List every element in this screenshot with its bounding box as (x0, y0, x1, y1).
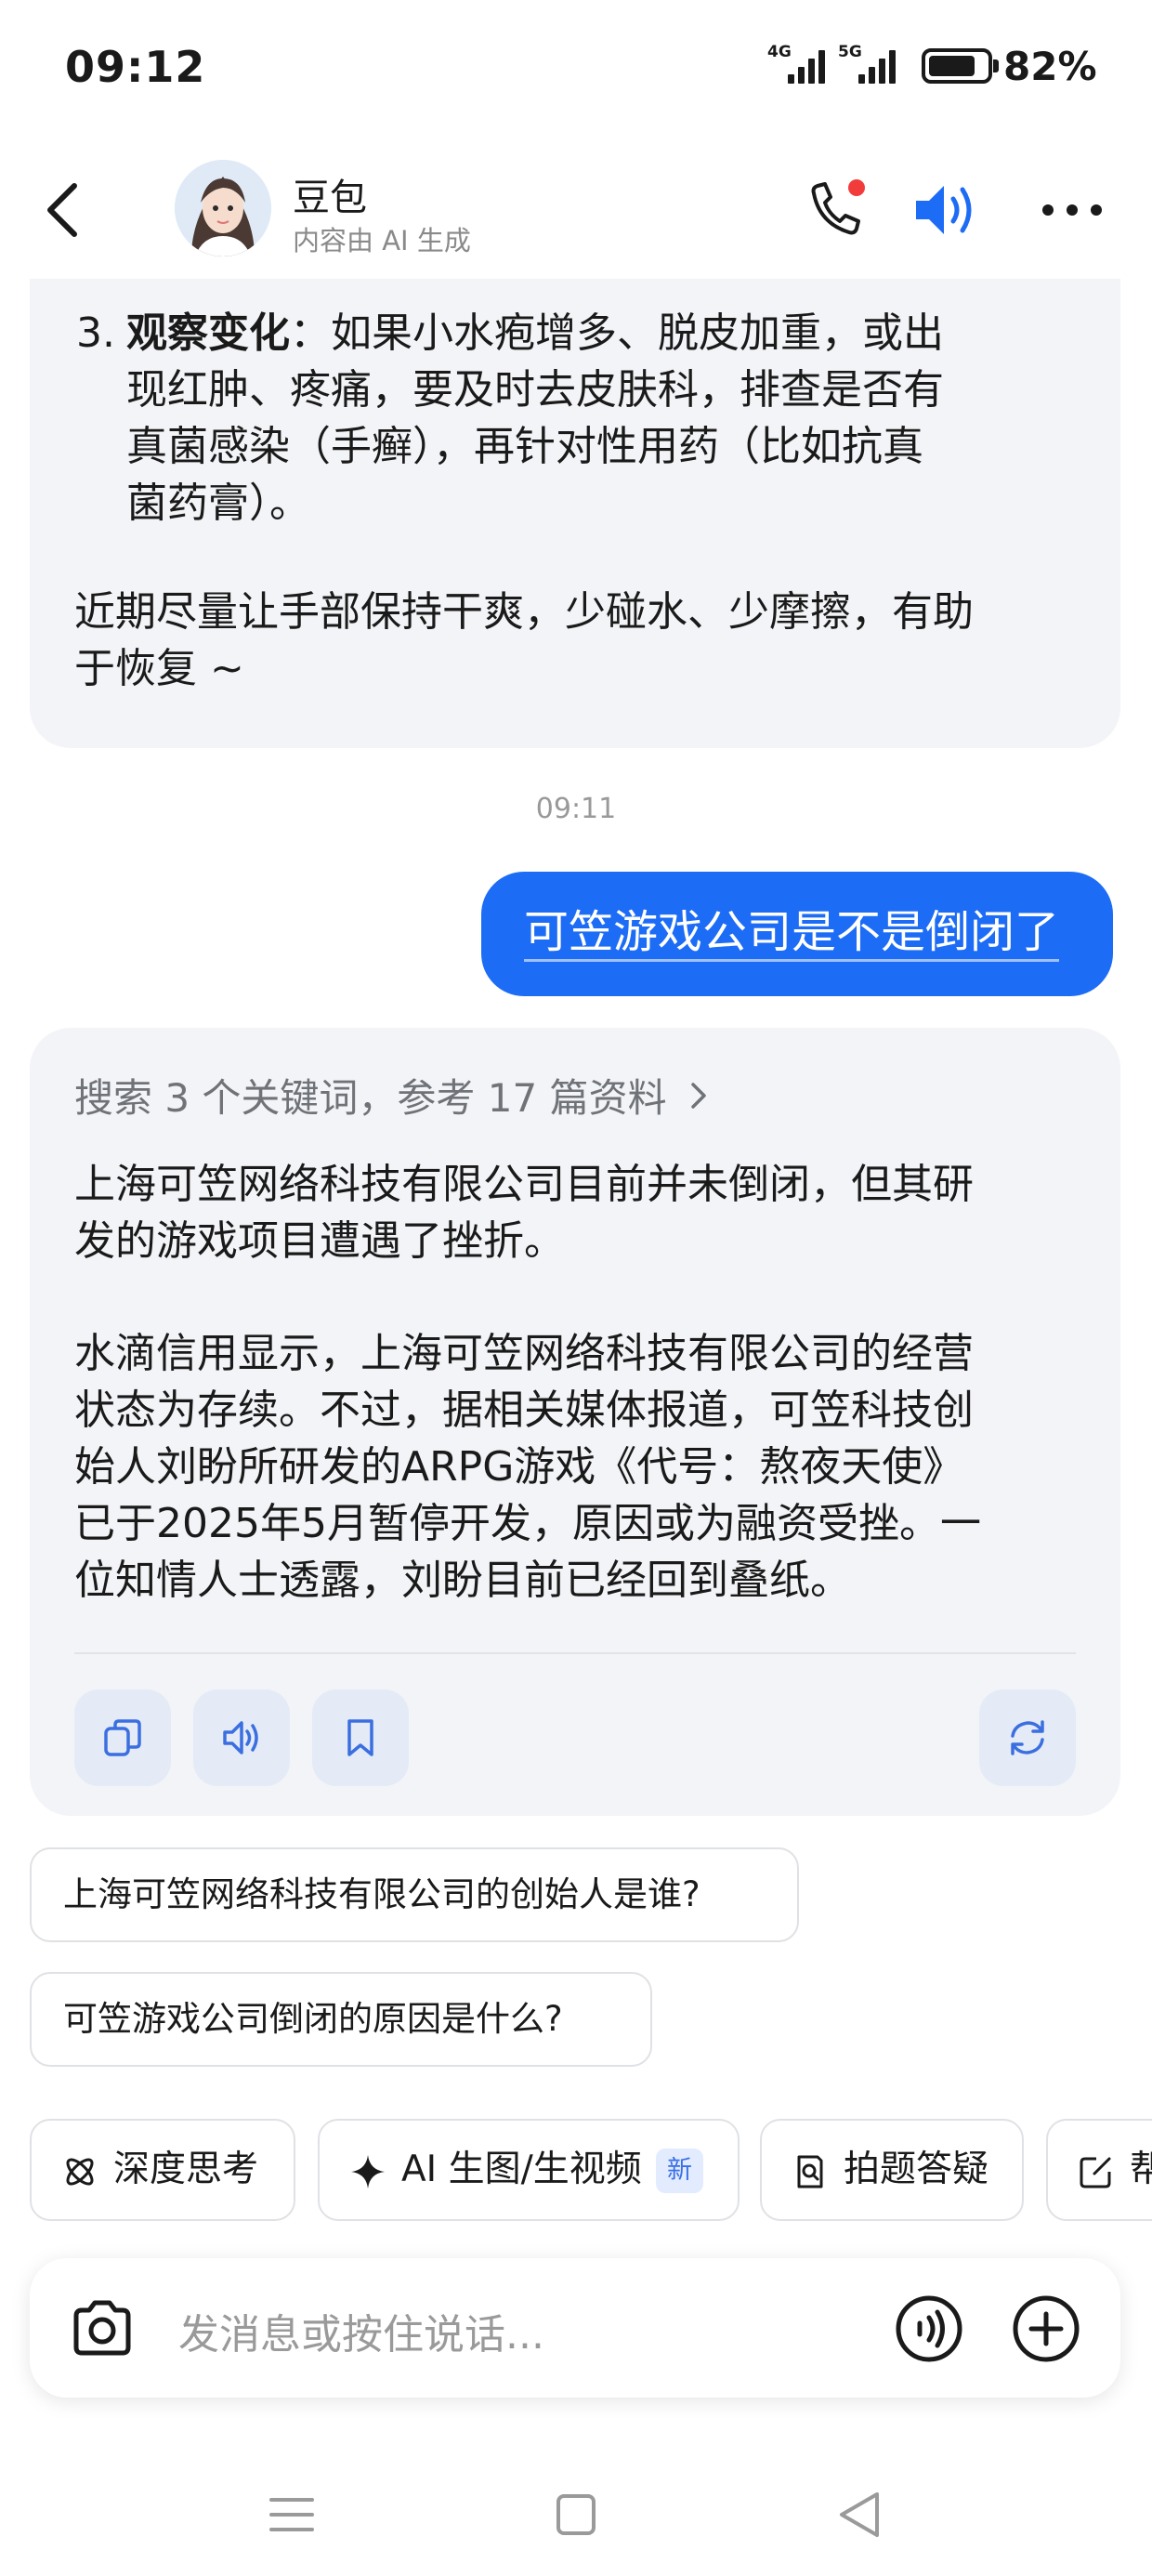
atom-icon (66, 2158, 94, 2186)
answer-line: 水滴信用显示，上海可笠网络科技有限公司的经营 (74, 1330, 974, 1377)
menu-nav-button[interactable] (255, 2481, 329, 2548)
chevron-right-icon (690, 1082, 706, 1109)
help-write-chip[interactable]: 帮 (1046, 2119, 1152, 2221)
read-aloud-button[interactable] (193, 1689, 290, 1786)
status-time: 09:12 (65, 42, 206, 92)
bot-avatar[interactable] (175, 160, 271, 256)
speaker-icon (916, 186, 972, 234)
bot-message-previous: 3. 观察变化：如果小水疱增多、脱皮加重，或出 现红肿、疼痛，要及时去皮肤科，排… (30, 279, 1120, 748)
home-nav-button[interactable] (539, 2481, 613, 2548)
signal-4g-icon: 4G (767, 41, 825, 89)
chat-header: 豆包 内容由 AI 生成 (0, 139, 1152, 279)
regenerate-icon (1011, 1720, 1044, 1755)
bot-subtitle: 内容由 AI 生成 (293, 225, 471, 256)
search-summary-link[interactable]: 搜索 3 个关键词，参考 17 篇资料 (74, 1067, 717, 1124)
camera-button[interactable] (69, 2295, 136, 2362)
deep-think-chip[interactable]: 深度思考 (30, 2119, 295, 2221)
closing-line: 于恢复 ~ (74, 645, 244, 692)
help-write-label: 帮 (1130, 2149, 1152, 2190)
suggestion-chip[interactable]: 可笠游戏公司倒闭的原因是什么? (30, 1972, 652, 2067)
answer-line: 始人刘盼所研发的ARPG游戏《代号：熬夜天使》 (74, 1443, 964, 1491)
home-nav-icon (556, 2494, 596, 2535)
signal-5g-icon: 5G (838, 41, 903, 89)
regenerate-button[interactable] (979, 1689, 1076, 1786)
back-button[interactable] (37, 175, 93, 245)
voice-input-button[interactable] (894, 2293, 964, 2364)
answer-line: 发的游戏项目遭遇了挫折。 (74, 1217, 565, 1265)
more-icon (1042, 204, 1102, 216)
back-icon (47, 183, 77, 237)
back-nav-icon (840, 2492, 879, 2537)
list-item-line: 菌药膏）。 (126, 480, 310, 527)
ai-image-video-chip[interactable]: AI 生图/生视频 新 (318, 2119, 740, 2221)
phone-call-icon (811, 179, 865, 235)
system-nav-bar (0, 2444, 1152, 2576)
list-number: 3. (76, 309, 115, 357)
answer-line: 状态为存续。不过，据相关媒体报道，可笠科技创 (74, 1387, 974, 1434)
list-item-line: 现红肿、疼痛，要及时去皮肤科，排查是否有 (126, 366, 944, 414)
edit-icon (1080, 2157, 1111, 2188)
app-screen: 09:12 4G 5G 82% 豆包 内容由 AI 生成 3. 观察变化：如果小… (0, 0, 1152, 2576)
voice-input-icon (896, 2295, 962, 2362)
photo-qa-chip[interactable]: 拍题答疑 (760, 2119, 1024, 2221)
closing-line: 近期尽量让手部保持干爽，少碰水、少摩擦，有助 (74, 588, 974, 636)
bookmark-icon (347, 1719, 373, 1756)
answer-line: 上海可笠网络科技有限公司目前并未倒闭，但其研 (74, 1161, 974, 1208)
ai-image-video-label: AI 生图/生视频 (401, 2149, 642, 2190)
new-badge: 新 (656, 2149, 703, 2193)
message-timestamp: 09:11 (535, 793, 617, 825)
list-item-heading: 观察变化 (126, 309, 290, 357)
back-nav-button[interactable] (823, 2481, 897, 2548)
menu-nav-icon (269, 2498, 314, 2531)
photo-qa-label: 拍题答疑 (844, 2149, 989, 2190)
battery-level (929, 56, 975, 76)
answer-line: 已于2025年5月暂停开发，原因或为融资受挫。一 (74, 1500, 981, 1547)
message-input[interactable]: 发消息或按住说话... (178, 2301, 544, 2360)
suggestion-chip[interactable]: 上海可笠网络科技有限公司的创始人是谁? (30, 1847, 799, 1942)
answer-divider (74, 1652, 1076, 1654)
read-aloud-icon (223, 1721, 258, 1755)
list-item-line: 观察变化：如果小水疱增多、脱皮加重，或出 (126, 305, 944, 361)
battery-icon (922, 48, 999, 84)
user-message[interactable]: 可笠游戏公司是不是倒闭了 (481, 872, 1113, 996)
deep-think-label: 深度思考 (113, 2149, 259, 2190)
copy-icon (104, 1719, 141, 1756)
user-message-text: 可笠游戏公司是不是倒闭了 (524, 905, 1060, 962)
answer-line: 位知情人士透露，刘盼目前已经回到叠纸。 (74, 1557, 851, 1604)
search-summary-text: 搜索 3 个关键词，参考 17 篇资料 (74, 1075, 667, 1121)
camera-icon (73, 2300, 131, 2356)
avatar-image (175, 160, 271, 256)
copy-button[interactable] (74, 1689, 171, 1786)
speaker-button[interactable] (909, 177, 983, 243)
add-button[interactable] (1011, 2293, 1081, 2364)
more-button[interactable] (1035, 177, 1109, 243)
sparkle-icon (351, 2155, 385, 2188)
status-bar: 09:12 4G 5G 82% (0, 0, 1152, 139)
message-composer: 发消息或按住说话... (30, 2258, 1120, 2398)
phone-call-button[interactable] (801, 177, 875, 243)
battery-percent: 82% (1003, 44, 1097, 89)
bookmark-button[interactable] (312, 1689, 409, 1786)
photo-search-icon (797, 2155, 823, 2188)
list-item-line: 真菌感染（手癣），再针对性用药（比如抗真 (126, 423, 923, 470)
bot-message-answer: 搜索 3 个关键词，参考 17 篇资料 上海可笠网络科技有限公司目前并未倒闭，但… (30, 1028, 1120, 1816)
bot-name: 豆包 (293, 177, 367, 219)
plus-icon (1013, 2295, 1080, 2362)
list-item-text: ：如果小水疱增多、脱皮加重，或出 (290, 309, 944, 357)
